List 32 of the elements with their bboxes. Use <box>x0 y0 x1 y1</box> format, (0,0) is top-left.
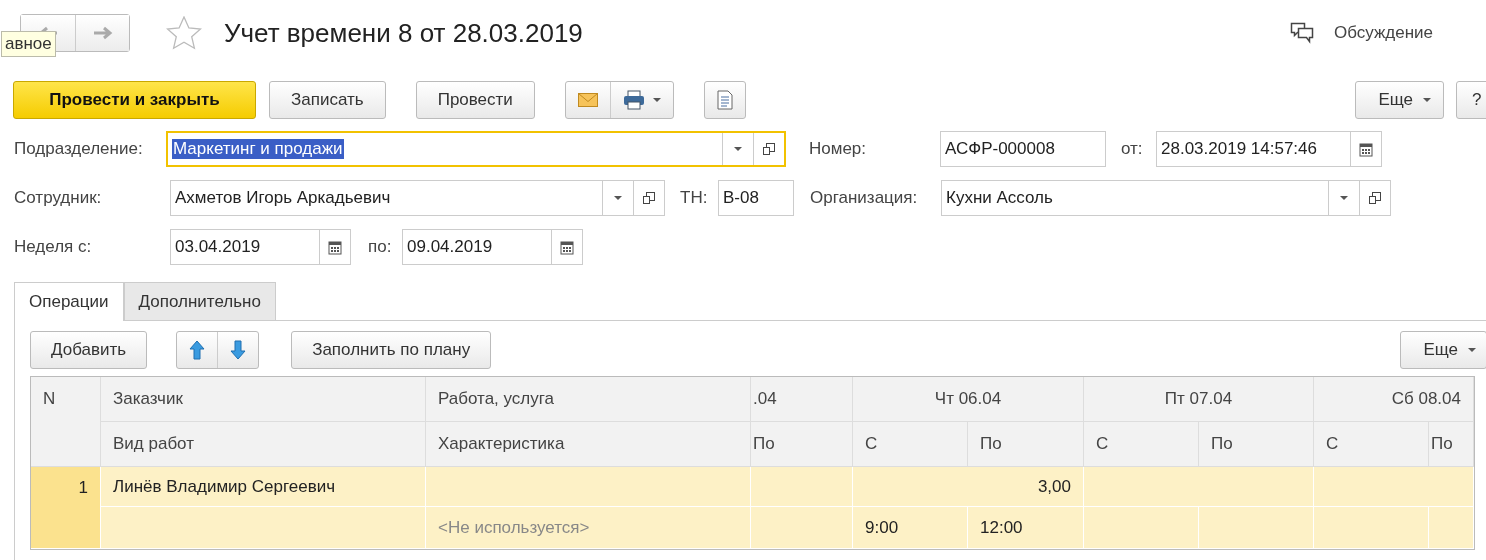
field-label: Неделя с: <box>14 237 93 257</box>
window-title: Учет времени 8 от 28.03.2019 <box>224 17 583 49</box>
column-header: Пт 07.04 <box>1084 377 1314 422</box>
tooltip: авное <box>1 31 56 57</box>
table-cell: 12:00 <box>968 507 1084 549</box>
field-label: Номер: <box>809 139 868 159</box>
field-label: Сотрудник: <box>14 188 103 208</box>
column-header: С <box>853 422 968 467</box>
column-header: По <box>1199 422 1314 467</box>
field-label: Организация: <box>810 188 919 208</box>
column-header: Заказчик <box>101 377 426 422</box>
table-cell-text: <Не используется> <box>438 517 590 538</box>
column-header: По <box>968 422 1084 467</box>
field-label: от: <box>1121 139 1144 159</box>
column-header: Характеристика <box>426 422 751 467</box>
field-label: ТН: <box>680 188 709 208</box>
field-label: по: <box>368 237 393 257</box>
field-label: Подразделение: <box>14 139 144 159</box>
column-header: С <box>1084 422 1199 467</box>
column-header: Сб 08.04 <box>1314 377 1474 422</box>
column-header: Вид работ <box>101 422 426 467</box>
column-header: По <box>1429 422 1474 467</box>
column-header: Работа, услуга <box>426 377 751 422</box>
table-cell: 9:00 <box>853 507 968 549</box>
column-header: С <box>1314 422 1429 467</box>
column-header: Чт 06.04 <box>853 377 1084 422</box>
table-cell: 3,00 <box>853 467 1084 507</box>
column-header: .04 <box>751 377 853 422</box>
column-header: По <box>751 422 853 467</box>
column-header: N <box>31 377 101 467</box>
table-cell: Линёв Владимир Сергеевич <box>101 467 426 507</box>
row-number: 1 <box>31 467 101 549</box>
